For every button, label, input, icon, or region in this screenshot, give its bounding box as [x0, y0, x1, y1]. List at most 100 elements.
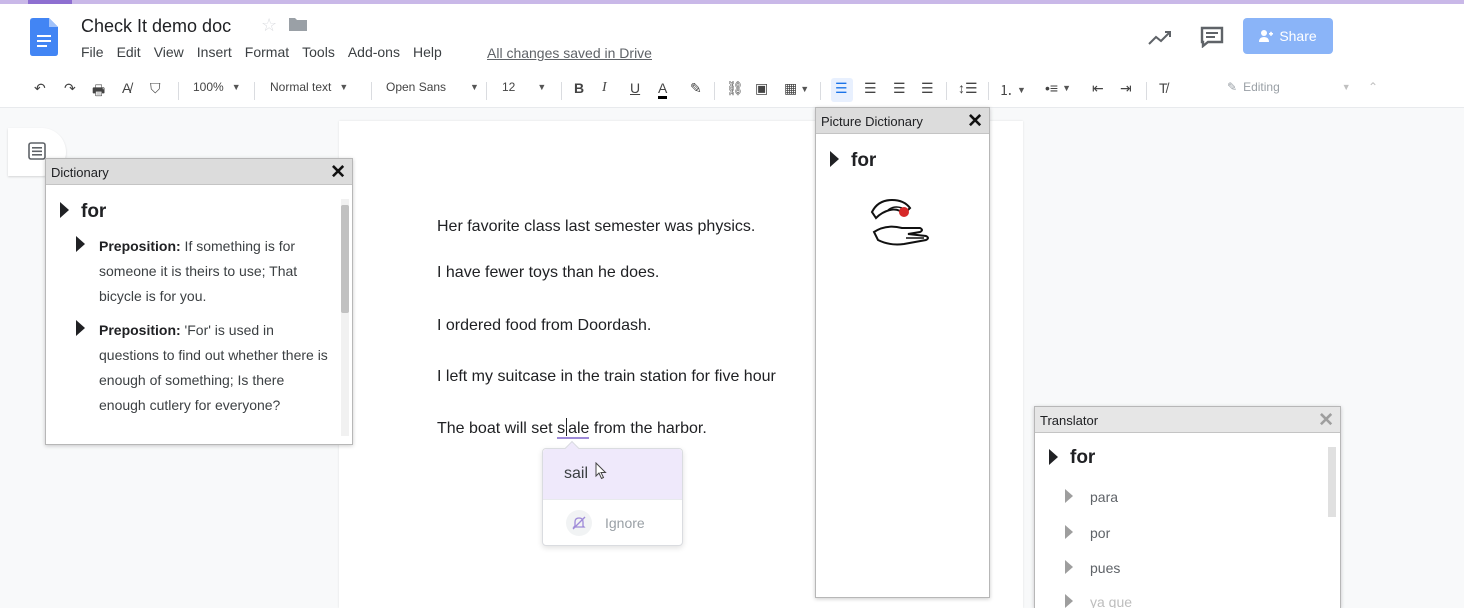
translator-header: Translator ✕: [1035, 407, 1340, 433]
star-icon[interactable]: ☆: [261, 15, 277, 36]
menu-format[interactable]: Format: [245, 44, 289, 60]
translator-close-icon[interactable]: ✕: [1318, 409, 1334, 432]
save-status-link[interactable]: All changes saved in Drive: [487, 45, 652, 61]
style-select[interactable]: Normal text ▼: [270, 80, 348, 94]
link-icon[interactable]: ⛓: [726, 80, 744, 97]
dictionary-close-icon[interactable]: ✕: [330, 161, 346, 184]
align-left-icon[interactable]: ☰: [835, 80, 848, 97]
bold-icon[interactable]: B: [574, 80, 584, 96]
dictionary-headword: for: [81, 201, 107, 222]
toolbar-divider: [946, 82, 947, 100]
menu-addons[interactable]: Add-ons: [348, 44, 400, 60]
print-icon[interactable]: 🖶: [92, 80, 105, 104]
ignore-label: Ignore: [605, 515, 645, 531]
chevron-down-icon: ▼: [1017, 85, 1026, 95]
decrease-indent-icon[interactable]: ⇤: [1092, 80, 1104, 97]
menu-insert[interactable]: Insert: [197, 44, 232, 60]
dictionary-scrollbar[interactable]: [341, 199, 349, 436]
add-comment-icon[interactable]: ▣: [755, 80, 768, 97]
align-center-icon[interactable]: ☰: [864, 80, 877, 97]
font-size-select[interactable]: 12 ▼: [502, 80, 546, 94]
italic-icon[interactable]: I: [602, 80, 607, 96]
menu-view[interactable]: View: [154, 44, 184, 60]
doc-line-4[interactable]: I left my suitcase in the train station …: [437, 368, 776, 386]
picture-dictionary-close-icon[interactable]: ✕: [967, 110, 983, 133]
chevron-down-icon: ▼: [800, 83, 810, 94]
font-select[interactable]: Open Sans ▼: [386, 80, 479, 94]
misspelled-part-a: s: [557, 420, 566, 437]
toolbar-divider: [988, 82, 989, 100]
insert-image-icon[interactable]: ▦ ▼: [784, 80, 809, 97]
numbered-list-icon[interactable]: ⒈ ▼: [999, 80, 1026, 100]
chevron-down-icon: ▼: [1341, 82, 1351, 92]
bell-off-icon: [572, 516, 586, 530]
doc-line-1[interactable]: Her favorite class last semester was phy…: [437, 218, 755, 236]
expand-triangle-icon[interactable]: [1065, 594, 1073, 608]
expand-triangle-icon[interactable]: [76, 236, 85, 252]
menu-help[interactable]: Help: [413, 44, 442, 60]
translation-item[interactable]: ya que: [1090, 594, 1132, 608]
misspelled-part-b: ale: [568, 420, 590, 437]
picture-dictionary-headword: for: [851, 150, 877, 171]
google-docs-logo-icon[interactable]: [30, 18, 58, 56]
zoom-select[interactable]: 100% ▼: [193, 80, 241, 94]
spellcheck-icon[interactable]: A̸: [122, 80, 131, 96]
editing-mode-select[interactable]: ✎ Editing ▼: [1227, 80, 1351, 94]
toolbar-divider: [371, 82, 372, 100]
menu-file[interactable]: File: [81, 44, 104, 60]
share-label: Share: [1279, 28, 1317, 44]
doc-line-5[interactable]: The boat will set s ale from the harbor.: [437, 418, 707, 439]
toolbar-divider: [820, 82, 821, 100]
toolbar-divider: [1146, 82, 1147, 100]
misspelled-word[interactable]: s ale: [557, 418, 590, 439]
toolbar-divider: [254, 82, 255, 100]
expand-triangle-icon[interactable]: [60, 202, 69, 218]
expand-triangle-icon[interactable]: [1065, 489, 1073, 503]
line-spacing-icon[interactable]: ↕☰: [958, 80, 978, 97]
translator-title: Translator: [1040, 413, 1099, 428]
person-icon: [1259, 30, 1274, 42]
share-button[interactable]: Share: [1243, 18, 1333, 54]
translator-scrollbar[interactable]: [1328, 447, 1336, 517]
font-value: Open Sans: [386, 80, 447, 94]
highlight-icon[interactable]: ✎: [690, 80, 702, 97]
suggestion-sail-button[interactable]: sail: [543, 449, 682, 499]
doc-line-2[interactable]: I have fewer toys than he does.: [437, 264, 659, 282]
folder-icon[interactable]: [289, 17, 307, 31]
docs-header: Check It demo doc ☆ File Edit View Inser…: [0, 4, 1464, 74]
dictionary-scroll-thumb[interactable]: [341, 205, 349, 313]
translation-item[interactable]: por: [1090, 525, 1110, 541]
chevron-down-icon: ▼: [537, 82, 547, 92]
ignore-button[interactable]: Ignore: [543, 499, 682, 545]
definition-1-pos: Preposition:: [99, 238, 181, 254]
justify-icon[interactable]: ☰: [921, 80, 934, 97]
expand-triangle-icon[interactable]: [1065, 560, 1073, 574]
increase-indent-icon[interactable]: ⇥: [1120, 80, 1132, 97]
chevron-down-icon: ▼: [470, 82, 479, 92]
align-right-icon[interactable]: ☰: [893, 80, 906, 97]
font-size-value: 12: [502, 80, 516, 94]
activity-trend-icon[interactable]: [1147, 28, 1173, 48]
expand-triangle-icon[interactable]: [830, 151, 839, 167]
clear-formatting-icon[interactable]: T̸: [1159, 80, 1168, 96]
translator-headword: for: [1070, 447, 1096, 468]
expand-triangle-icon[interactable]: [76, 320, 85, 336]
giving-hands-icon: [870, 198, 929, 246]
expand-triangle-icon[interactable]: [1049, 449, 1058, 465]
comment-icon[interactable]: [1200, 26, 1224, 48]
paint-format-icon[interactable]: ⛉: [150, 80, 161, 97]
text-color-icon[interactable]: A: [658, 80, 668, 99]
translation-item[interactable]: pues: [1090, 560, 1120, 576]
redo-icon[interactable]: ↷: [64, 80, 76, 97]
collapse-toolbar-icon[interactable]: ⌃: [1368, 80, 1378, 94]
doc-title[interactable]: Check It demo doc: [81, 16, 231, 37]
menu-tools[interactable]: Tools: [302, 44, 335, 60]
underline-icon[interactable]: U: [630, 80, 640, 96]
picture-dictionary-panel: Picture Dictionary ✕ for: [815, 107, 990, 598]
translation-item[interactable]: para: [1090, 489, 1118, 505]
menu-edit[interactable]: Edit: [117, 44, 141, 60]
bulleted-list-icon[interactable]: •≡ ▼: [1045, 80, 1071, 96]
expand-triangle-icon[interactable]: [1065, 525, 1073, 539]
doc-line-3[interactable]: I ordered food from Doordash.: [437, 317, 651, 335]
undo-icon[interactable]: ↶: [34, 80, 46, 97]
